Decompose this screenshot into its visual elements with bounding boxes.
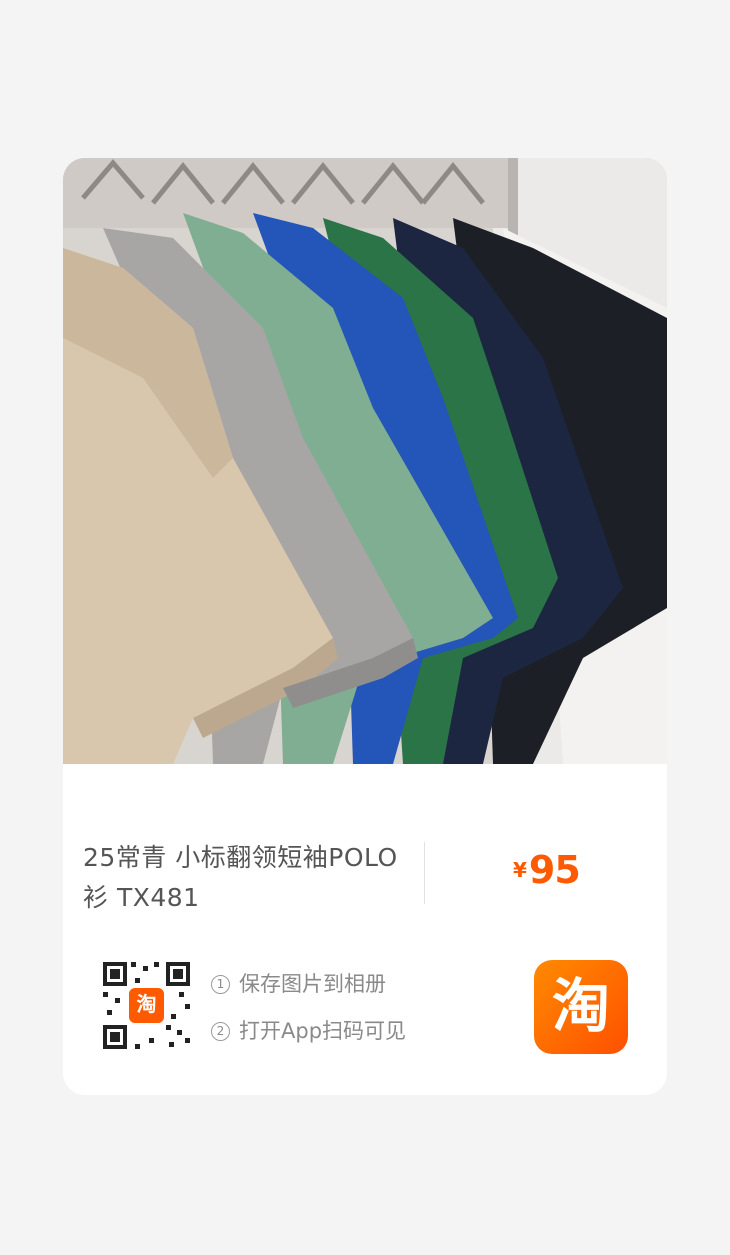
instruction-step-1: 1 保存图片到相册 bbox=[211, 968, 386, 998]
currency-symbol: ¥ bbox=[513, 858, 527, 882]
product-title: 25常青 小标翻领短袖POLO衫 TX481 bbox=[83, 843, 398, 912]
taobao-app-icon[interactable]: 淘 bbox=[534, 960, 628, 1054]
share-card: 25常青 小标翻领短袖POLO衫 TX481 ¥95 淘 1 保存图片到相册 2… bbox=[63, 158, 667, 1095]
step-2-number: 2 bbox=[211, 1022, 230, 1041]
step-1-number: 1 bbox=[211, 975, 230, 994]
divider bbox=[424, 842, 425, 904]
taobao-badge-icon: 淘 bbox=[129, 988, 164, 1023]
product-image[interactable] bbox=[63, 158, 667, 764]
price-value: 95 bbox=[528, 848, 581, 892]
instruction-step-2: 2 打开App扫码可见 bbox=[211, 1015, 406, 1045]
qr-code: 淘 bbox=[99, 958, 194, 1053]
step-1-text: 保存图片到相册 bbox=[239, 972, 386, 996]
step-2-text: 打开App扫码可见 bbox=[239, 1019, 407, 1043]
polo-shirts-illustration bbox=[63, 158, 667, 764]
product-price: ¥95 bbox=[513, 848, 581, 892]
